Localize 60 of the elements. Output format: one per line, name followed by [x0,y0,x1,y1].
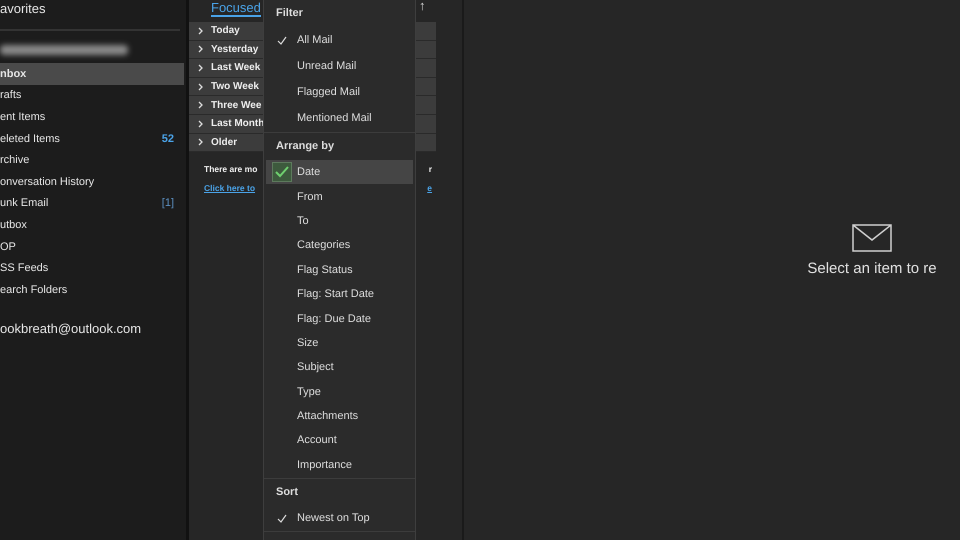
group-label: Older [211,136,238,148]
menu-item[interactable]: Account [266,428,413,453]
group-label: Today [211,25,240,36]
group-label: Last Week [211,62,260,74]
menu-item[interactable]: Categories [266,233,413,258]
menu-item[interactable]: Unread Mail [266,53,413,79]
menu-item[interactable]: Importance [266,452,413,478]
menu-item[interactable]: Newest on Top [266,506,413,530]
link[interactable]: Click here to [204,183,256,194]
folder-item[interactable]: utbox [0,214,184,236]
account-heading[interactable]: ookbreath@outlook.com [0,320,186,336]
folder-label: unk Email [0,197,48,210]
menu-section-heading: Arrange by [275,139,336,154]
chevron-icon [198,45,203,54]
menu-section-heading: Filter [275,6,304,21]
folder-label: eleted Items [0,132,60,145]
chevron-icon [198,26,203,35]
group-label: Yesterday [211,44,258,55]
group-label: Last Month [211,118,264,130]
folder-item[interactable]: ent Items [0,106,184,128]
folder-count: 52 [162,132,174,145]
folder-item[interactable]: eleted Items 52 [0,128,184,150]
menu-item[interactable]: To [266,208,413,234]
menu-item[interactable]: Size [266,330,413,356]
folder-item[interactable]: unk Email [1] [0,192,184,214]
sort-direction-button[interactable]: ↑ [419,0,426,13]
menu-item[interactable]: All Mail [266,27,413,53]
menu-item[interactable]: Flagged Mail [266,79,413,105]
folder-count: [1] [162,197,174,210]
folder-item[interactable]: SS Feeds [0,257,184,279]
menu-section-heading: Sort [275,485,299,500]
empty-state-message: Select an item to re [807,260,937,277]
menu-item[interactable]: Flag: Start Date [266,282,413,306]
folder-item[interactable]: onversation History [0,170,184,193]
tab[interactable]: Focused [211,0,261,17]
menu-item[interactable]: From [266,184,413,209]
menu-item[interactable]: Subject [266,355,413,380]
notice-text: r [428,164,432,174]
notice-text: There are mo [204,164,258,174]
chevron-icon [198,64,203,72]
menu-item[interactable]: Attachments [266,404,413,428]
group-label: Two Week [211,81,259,92]
menu-item[interactable]: Type [266,380,413,404]
envelope-icon [852,224,892,252]
chevron-icon [198,138,203,146]
group-label: Three Wee [211,100,262,111]
folder-item[interactable]: OP [0,236,184,258]
folder-item[interactable]: earch Folders [0,278,184,301]
link[interactable]: e [427,183,432,194]
folder-item[interactable]: rafts [0,84,184,106]
menu-item[interactable]: Mentioned Mail [266,105,413,131]
folder-item[interactable]: rchive [0,149,184,171]
menu-item[interactable]: Flag: Due Date [266,306,413,331]
chevron-icon [198,82,203,91]
menu-item[interactable]: Date [266,160,413,184]
chevron-icon [198,120,203,128]
favorites-heading[interactable]: avorites [0,0,186,25]
chevron-icon [198,101,203,110]
folder-item[interactable]: nbox [0,63,184,85]
menu-item[interactable]: Flag Status [266,258,413,282]
